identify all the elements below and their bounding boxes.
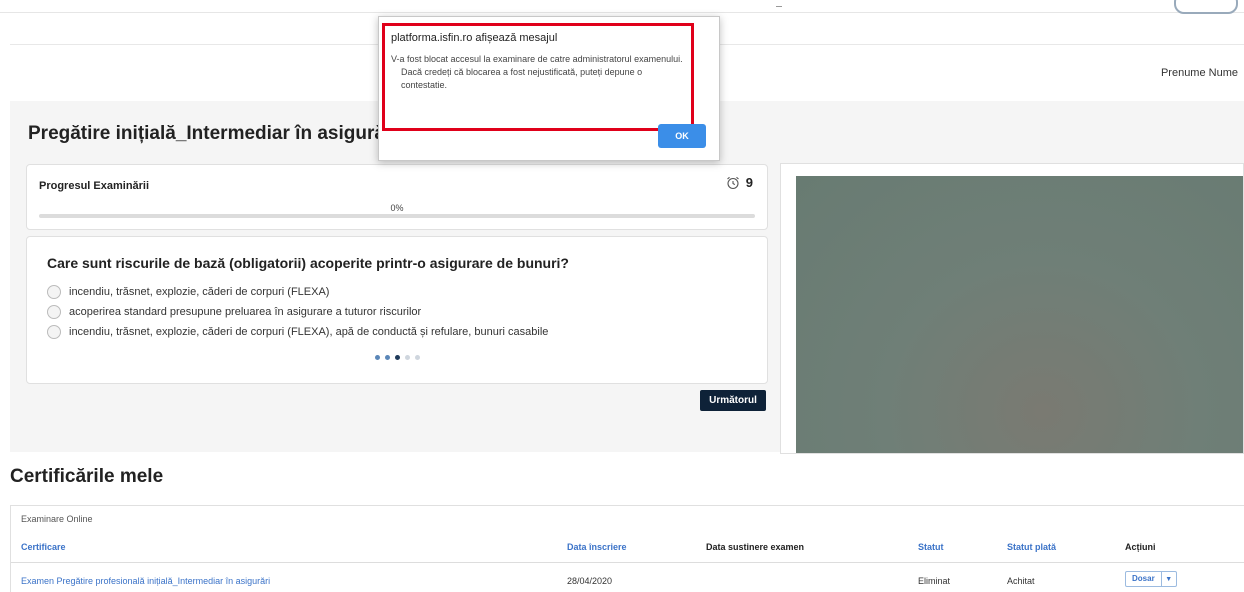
alert-dialog: platforma.isfin.ro afișează mesajul V-a … [378, 16, 720, 161]
column-header-certificare[interactable]: Certificare [21, 542, 66, 552]
answer-option-1[interactable]: incendiu, trăsnet, explozie, căderi de c… [47, 285, 329, 299]
pagination-dot[interactable] [394, 355, 400, 360]
dialog-message-line-2: Dacă credeți că blocarea a fost nejustif… [401, 67, 643, 90]
account-button[interactable] [1174, 0, 1238, 14]
answer-option-label: incendiu, trăsnet, explozie, căderi de c… [69, 326, 549, 338]
question-pagination [27, 355, 767, 360]
cell-statut: Eliminat [918, 576, 951, 586]
pagination-dot[interactable] [404, 355, 410, 360]
ok-button[interactable]: OK [658, 124, 706, 148]
browser-top-strip [0, 0, 1244, 14]
divider [11, 562, 1244, 563]
next-button[interactable]: Următorul [700, 390, 766, 411]
certificates-table: Examinare Online Certificare Data înscri… [10, 505, 1244, 592]
question-card: Care sunt riscurile de bază (obligatorii… [26, 236, 768, 384]
cell-statut-plata: Achitat [1007, 576, 1035, 586]
table-subtitle: Examinare Online [21, 514, 93, 524]
column-header-statut[interactable]: Statut [918, 542, 944, 552]
webcam-panel [780, 163, 1244, 454]
section-title: Certificările mele [10, 466, 164, 487]
user-name[interactable]: Prenume Nume [1161, 67, 1238, 79]
radio-button[interactable] [47, 325, 61, 339]
progress-label: Progresul Examinării [39, 180, 150, 192]
column-header-actiuni: Acțiuni [1125, 542, 1156, 552]
alarm-clock-icon [726, 176, 740, 190]
cell-certificare[interactable]: Examen Pregătire profesională inițială_I… [21, 576, 270, 586]
page-title: Pregătire inițială_Intermediar în asigur… [28, 123, 398, 144]
cell-data-inscriere: 28/04/2020 [567, 576, 613, 586]
divider [776, 6, 782, 7]
dosar-split-button[interactable]: Dosar ▼ [1125, 571, 1177, 587]
progress-card: Progresul Examinării 9 0% [26, 164, 768, 230]
radio-button[interactable] [47, 305, 61, 319]
timer-value: 9 [745, 175, 753, 190]
column-header-data-inscriere[interactable]: Data înscriere [567, 542, 627, 552]
radio-button[interactable] [47, 285, 61, 299]
pagination-dot[interactable] [414, 355, 420, 360]
dialog-title: platforma.isfin.ro afișează mesajul [391, 32, 558, 44]
webcam-feed [796, 176, 1243, 453]
column-header-data-sustinere: Data sustinere examen [706, 542, 805, 552]
progress-bar [39, 214, 755, 218]
dialog-message: V-a fost blocat accesul la examinare de … [391, 53, 689, 92]
question-text: Care sunt riscurile de bază (obligatorii… [47, 255, 569, 271]
column-header-statut-plata[interactable]: Statut plată [1007, 542, 1056, 552]
answer-option-3[interactable]: incendiu, trăsnet, explozie, căderi de c… [47, 325, 548, 339]
answer-option-2[interactable]: acoperirea standard presupune preluarea … [47, 305, 421, 319]
answer-option-label: incendiu, trăsnet, explozie, căderi de c… [69, 286, 330, 298]
progress-percent: 0% [390, 203, 404, 213]
chevron-down-icon[interactable]: ▼ [1162, 572, 1176, 586]
pagination-dot[interactable] [374, 355, 380, 360]
timer: 9 [726, 175, 753, 190]
answer-option-label: acoperirea standard presupune preluarea … [69, 306, 422, 318]
pagination-dot[interactable] [384, 355, 390, 360]
dialog-message-line-1: V-a fost blocat accesul la examinare de … [391, 54, 683, 64]
dosar-button[interactable]: Dosar [1126, 572, 1162, 586]
